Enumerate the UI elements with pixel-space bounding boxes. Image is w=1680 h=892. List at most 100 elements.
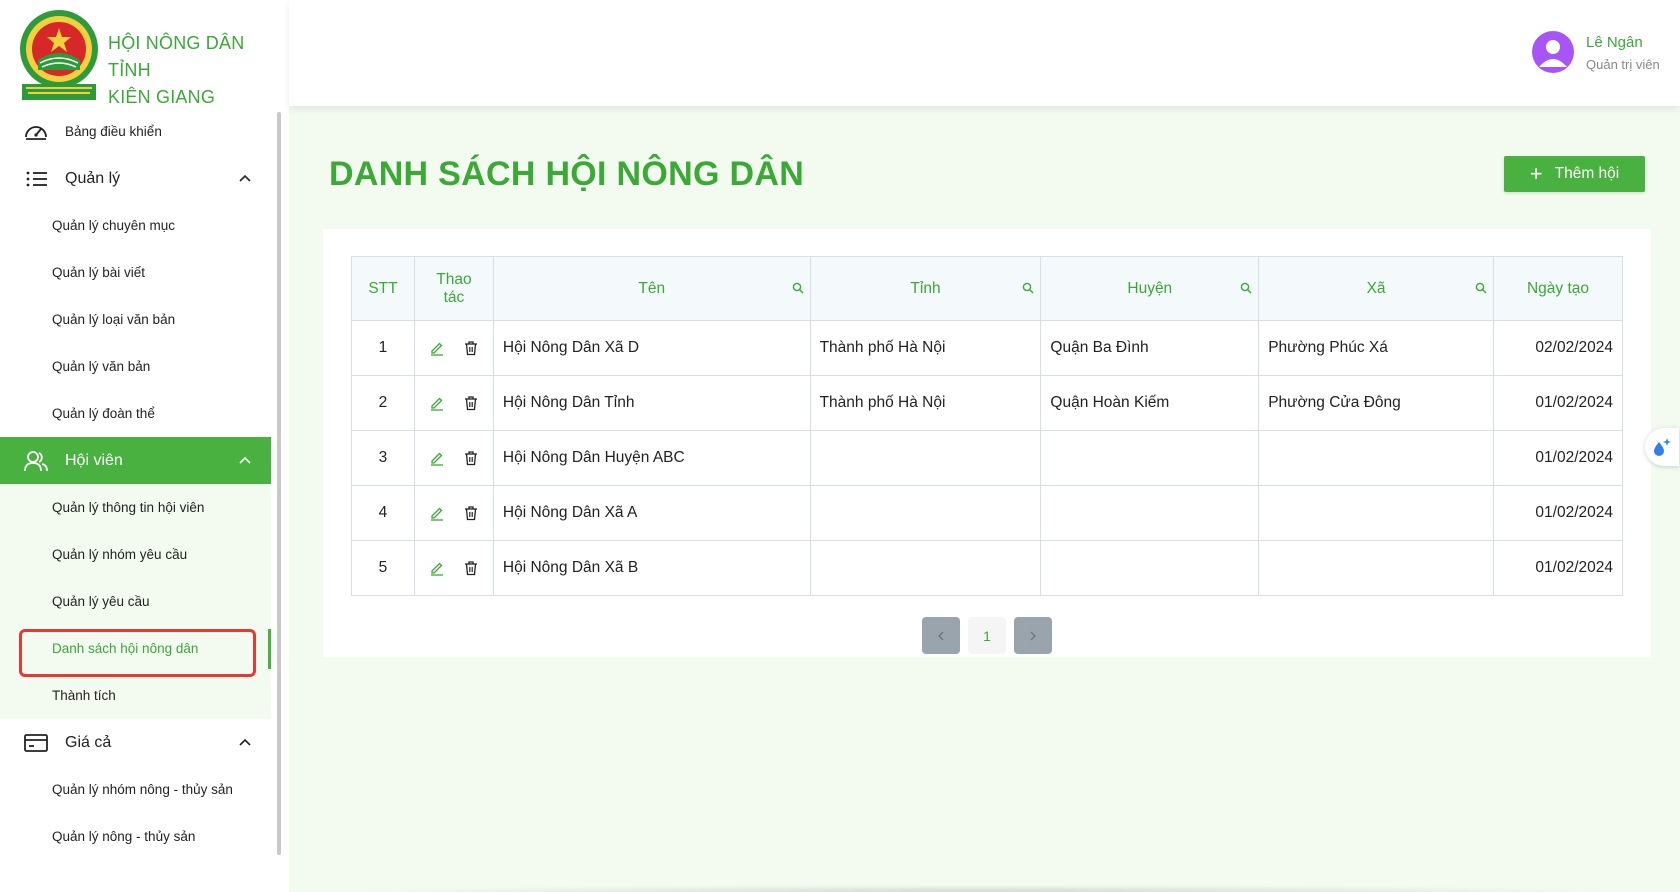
user-name[interactable]: Lê Ngân bbox=[1586, 34, 1643, 51]
sidebar-group-management-label: Quản lý bbox=[65, 169, 121, 187]
sidebar-group-members[interactable]: Hội viên bbox=[0, 437, 271, 484]
sidebar-item-articles[interactable]: Quản lý bài viết bbox=[0, 249, 271, 296]
cell-stt: 3 bbox=[351, 430, 415, 486]
chevron-right-icon bbox=[1030, 631, 1036, 640]
list-icon bbox=[26, 171, 47, 187]
cell-district: Quận Hoàn Kiếm bbox=[1040, 375, 1260, 431]
column-actions-line1: Thao bbox=[436, 270, 472, 288]
chevron-up-icon bbox=[239, 738, 251, 746]
sidebar-item-member-info[interactable]: Quản lý thông tin hội viên bbox=[0, 484, 271, 531]
cell-province bbox=[809, 540, 1042, 596]
submenu-prices: Quản lý nhóm nông - thủy sản Quản lý nôn… bbox=[0, 766, 271, 860]
cell-stt: 2 bbox=[351, 375, 415, 431]
brand-name-line1: HỘI NÔNG DÂN TỈNH bbox=[108, 33, 245, 80]
sidebar-item-documents[interactable]: Quản lý văn bản bbox=[0, 343, 271, 390]
table-row[interactable]: 1 Hội Nông Dân Xã D Thành phố Hà Nội Quận B… bbox=[351, 320, 1624, 376]
sidebar-item-product-groups[interactable]: Quản lý nhóm nông - thủy sản bbox=[0, 766, 271, 813]
sidebar-group-management[interactable]: Quản lý bbox=[0, 155, 271, 202]
speedometer-icon bbox=[25, 126, 47, 140]
sidebar-item-unions[interactable]: Quản lý đoàn thể bbox=[0, 390, 271, 437]
table-row[interactable]: 2 Hội Nông Dân Tỉnh Thành phố Hà Nội Quận H… bbox=[351, 375, 1624, 431]
cell-stt: 1 bbox=[351, 320, 415, 376]
cell-name: Hội Nông Dân Xã B bbox=[492, 540, 811, 596]
sidebar-scrollbar[interactable] bbox=[277, 112, 281, 855]
column-district: Huyện bbox=[1040, 256, 1260, 321]
page-title: DANH SÁCH HỘI NÔNG DÂN bbox=[329, 155, 805, 193]
search-icon[interactable] bbox=[1240, 282, 1252, 294]
page-number-button[interactable]: 1 bbox=[968, 617, 1006, 654]
sidebar-group-prices[interactable]: Giá cả bbox=[0, 719, 271, 766]
trash-icon[interactable] bbox=[463, 340, 479, 356]
trash-icon[interactable] bbox=[463, 560, 479, 576]
next-page-button[interactable] bbox=[1014, 617, 1052, 654]
sidebar-item-document-types[interactable]: Quản lý loại văn bản bbox=[0, 296, 271, 343]
sidebar-item-farmer-associations[interactable]: Danh sách hội nông dân bbox=[0, 625, 271, 672]
column-actions: Thao tác bbox=[413, 256, 494, 321]
column-name-label: Tên bbox=[638, 279, 666, 297]
user-icon bbox=[1539, 40, 1567, 67]
column-created: Ngày tạo bbox=[1492, 256, 1624, 321]
cell-stt: 5 bbox=[351, 540, 415, 596]
table-row[interactable]: 4 Hội Nông Dân Xã A 01/02/2024 bbox=[351, 485, 1624, 541]
pagination: 1 bbox=[323, 617, 1651, 654]
cell-province bbox=[809, 430, 1042, 486]
table-header-row: STT Thao tác Tên Tỉnh Huyện Xã Ngày tạo bbox=[351, 256, 1624, 321]
plus-icon: + bbox=[1529, 161, 1543, 186]
trash-icon[interactable] bbox=[463, 395, 479, 411]
cell-created: 01/02/2024 bbox=[1492, 485, 1624, 541]
table-row[interactable]: 5 Hội Nông Dân Xã B 01/02/2024 bbox=[351, 540, 1624, 596]
column-province: Tỉnh bbox=[809, 256, 1042, 321]
cell-actions bbox=[413, 540, 494, 596]
cell-created: 01/02/2024 bbox=[1492, 375, 1624, 431]
cell-created: 02/02/2024 bbox=[1492, 320, 1624, 376]
chevron-up-icon bbox=[239, 174, 251, 182]
cell-district bbox=[1040, 485, 1260, 541]
cell-province bbox=[809, 485, 1042, 541]
associations-table: STT Thao tác Tên Tỉnh Huyện Xã Ngày tạo … bbox=[351, 256, 1624, 596]
cell-actions bbox=[413, 430, 494, 486]
sidebar-item-categories[interactable]: Quản lý chuyên mục bbox=[0, 202, 271, 249]
edit-icon[interactable] bbox=[429, 450, 445, 466]
edit-icon[interactable] bbox=[429, 395, 445, 411]
trash-icon[interactable] bbox=[463, 505, 479, 521]
column-ward-label: Xã bbox=[1366, 279, 1386, 297]
cell-ward bbox=[1258, 540, 1494, 596]
avatar[interactable] bbox=[1532, 31, 1574, 73]
sidebar-item-requests[interactable]: Quản lý yêu cầu bbox=[0, 578, 271, 625]
chevron-up-icon bbox=[239, 456, 251, 464]
cell-actions bbox=[413, 375, 494, 431]
sidebar-item-request-groups[interactable]: Quản lý nhóm yêu cầu bbox=[0, 531, 271, 578]
trash-icon[interactable] bbox=[463, 450, 479, 466]
brand-name: HỘI NÔNG DÂN TỈNH KIÊN GIANG bbox=[108, 30, 288, 111]
floating-assistant-button[interactable] bbox=[1645, 428, 1679, 466]
edit-icon[interactable] bbox=[429, 505, 445, 521]
sidebar-group-members-label: Hội viên bbox=[65, 451, 123, 469]
cell-ward bbox=[1258, 485, 1494, 541]
search-icon[interactable] bbox=[1022, 282, 1034, 294]
search-icon[interactable] bbox=[1475, 282, 1487, 294]
column-district-label: Huyện bbox=[1127, 279, 1173, 297]
column-actions-line2: tác bbox=[443, 288, 465, 306]
cell-name: Hội Nông Dân Xã A bbox=[492, 485, 811, 541]
submenu-management: Quản lý chuyên mục Quản lý bài viết Quản… bbox=[0, 202, 271, 437]
brand[interactable]: HỘI NÔNG DÂN TỈNH KIÊN GIANG bbox=[18, 6, 288, 107]
card-icon bbox=[24, 734, 48, 752]
sidebar-item-dashboard-label: Bảng điều khiển bbox=[65, 124, 162, 139]
sidebar-item-dashboard[interactable]: Bảng điều khiển bbox=[0, 108, 271, 155]
edit-icon[interactable] bbox=[429, 560, 445, 576]
table-row[interactable]: 3 Hội Nông Dân Huyện ABC 01/02/2024 bbox=[351, 430, 1624, 486]
table-body: 1 Hội Nông Dân Xã D Thành phố Hà Nội Quận B… bbox=[351, 320, 1624, 596]
sidebar-item-products[interactable]: Quản lý nông - thủy sản bbox=[0, 813, 271, 860]
sidebar-item-achievements[interactable]: Thành tích bbox=[0, 672, 271, 719]
column-ward: Xã bbox=[1258, 256, 1494, 321]
cell-actions bbox=[413, 485, 494, 541]
cell-name: Hội Nông Dân Tỉnh bbox=[492, 375, 811, 431]
cell-ward: Phường Cửa Đông bbox=[1258, 375, 1494, 431]
edit-icon[interactable] bbox=[429, 340, 445, 356]
cell-created: 01/02/2024 bbox=[1492, 430, 1624, 486]
main-content: Lê Ngân Quản trị viên DANH SÁCH HỘI NÔNG… bbox=[289, 0, 1680, 892]
search-icon[interactable] bbox=[792, 282, 804, 294]
prev-page-button[interactable] bbox=[922, 617, 960, 654]
users-icon bbox=[24, 451, 48, 472]
add-association-button[interactable]: + Thêm hội bbox=[1504, 156, 1645, 192]
